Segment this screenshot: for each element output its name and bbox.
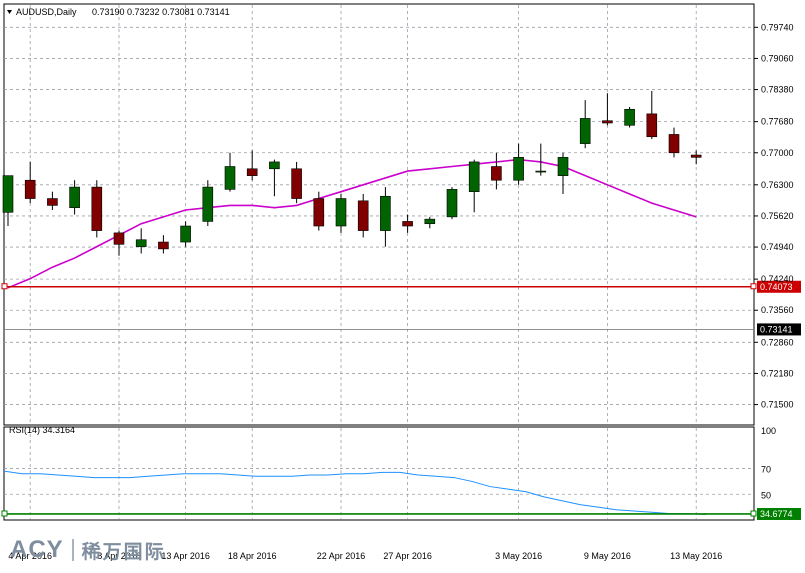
rsi-series-line: [3, 470, 707, 515]
candle-body: [535, 170, 547, 173]
candle-body: [291, 168, 302, 199]
ma-series-line: [7, 158, 697, 289]
candle-body: [690, 154, 702, 158]
candle-body: [335, 198, 347, 227]
candle-body: [158, 241, 169, 250]
candle-body: [557, 157, 569, 176]
price-tick-label: 0.72860: [761, 337, 794, 347]
price-tick-label: 0.79740: [761, 22, 794, 32]
candle-body: [402, 221, 413, 227]
rsi-tick-label: 70: [761, 465, 771, 475]
rsi-level-handle-left: [1, 510, 8, 517]
moving-average-line: [7, 158, 697, 289]
rsi-label: RSI(14) 34.3164: [9, 425, 75, 435]
chart-symbol-label: AUDUSD,Daily: [16, 7, 77, 17]
candle-body: [135, 239, 147, 247]
candle-body: [246, 168, 258, 176]
rsi-level-handle-right: [750, 510, 757, 517]
collapse-triangle-icon[interactable]: [7, 10, 12, 14]
price-panel-frame: [3, 3, 755, 426]
price-tick-label: 0.74940: [761, 242, 794, 252]
rsi-panel-frame: [3, 426, 755, 521]
grid-lines: [4, 5, 754, 519]
date-tick-label: 9 May 2016: [584, 551, 631, 561]
logo-cn-text: 稀万国际: [81, 540, 166, 563]
candle-body: [69, 186, 80, 208]
candle-body: [380, 195, 391, 231]
price-tick-label: 0.72180: [761, 368, 794, 378]
candle-body: [224, 166, 236, 190]
logo-brand-text: ACY: [10, 536, 64, 563]
chart-ohlc-values: 0.73190 0.73232 0.73081 0.73141: [92, 7, 230, 17]
logo-separator: [71, 539, 74, 561]
chart-canvas: 0.740730.73141 0.79740 0.79060 0.78380 0.77…: [1, 3, 801, 561]
candle-body: [468, 161, 480, 192]
candle-body: [579, 118, 591, 144]
candle-body: [602, 120, 613, 124]
horizontal-lines: 0.740730.73141: [1, 280, 801, 336]
candle-body: [180, 225, 191, 243]
candle-body: [646, 113, 658, 138]
candle-body: [202, 186, 214, 222]
candle-body: [269, 161, 280, 170]
candle-body: [24, 179, 36, 199]
price-tick-label: 0.73560: [761, 305, 794, 315]
date-tick-label: 13 Apr 2016: [161, 551, 210, 561]
price-tick-label: 0.76300: [761, 180, 794, 190]
candles-group: [2, 90, 702, 256]
candle-body: [446, 189, 458, 218]
candle-body: [91, 186, 103, 231]
candle-body: [624, 108, 635, 126]
candle-body: [357, 200, 369, 231]
rsi-panel: 100 70 50 34.6774: [1, 426, 801, 520]
date-tick-label: 13 May 2016: [670, 551, 722, 561]
candle-body: [113, 232, 125, 245]
hline-handle-left: [1, 283, 8, 290]
candle-body: [313, 198, 325, 227]
rsi-level-label: 34.6774: [760, 509, 793, 519]
date-tick-label: 3 May 2016: [495, 551, 542, 561]
rsi-tick-label: 100: [761, 426, 776, 436]
price-tick-label: 0.77000: [761, 148, 794, 158]
candle-body: [513, 157, 524, 181]
date-tick-label: 18 Apr 2016: [228, 551, 277, 561]
price-tick-label: 0.77680: [761, 117, 794, 127]
price-tick-label: 0.74240: [761, 274, 794, 284]
price-tick-label: 0.79060: [761, 53, 794, 63]
rsi-tick-label: 50: [761, 490, 771, 500]
candle-body: [2, 175, 14, 213]
price-axis: 0.79740 0.79060 0.78380 0.77680 0.77000 0.763…: [754, 22, 794, 410]
date-tick-label: 22 Apr 2016: [317, 551, 366, 561]
price-tick-label: 0.75620: [761, 211, 794, 221]
candle-body: [668, 134, 680, 154]
date-tick-label: 27 Apr 2016: [383, 551, 432, 561]
price-tick-label: 0.78380: [761, 85, 794, 95]
candle-body: [47, 198, 58, 206]
candle-body: [491, 166, 502, 181]
price-tick-label: 0.71500: [761, 400, 794, 410]
brand-logo: ACY 稀万国际: [10, 536, 166, 564]
hline-handle-right: [750, 283, 757, 290]
last-price-label: 0.73141: [760, 324, 793, 334]
candle-body: [424, 218, 436, 225]
